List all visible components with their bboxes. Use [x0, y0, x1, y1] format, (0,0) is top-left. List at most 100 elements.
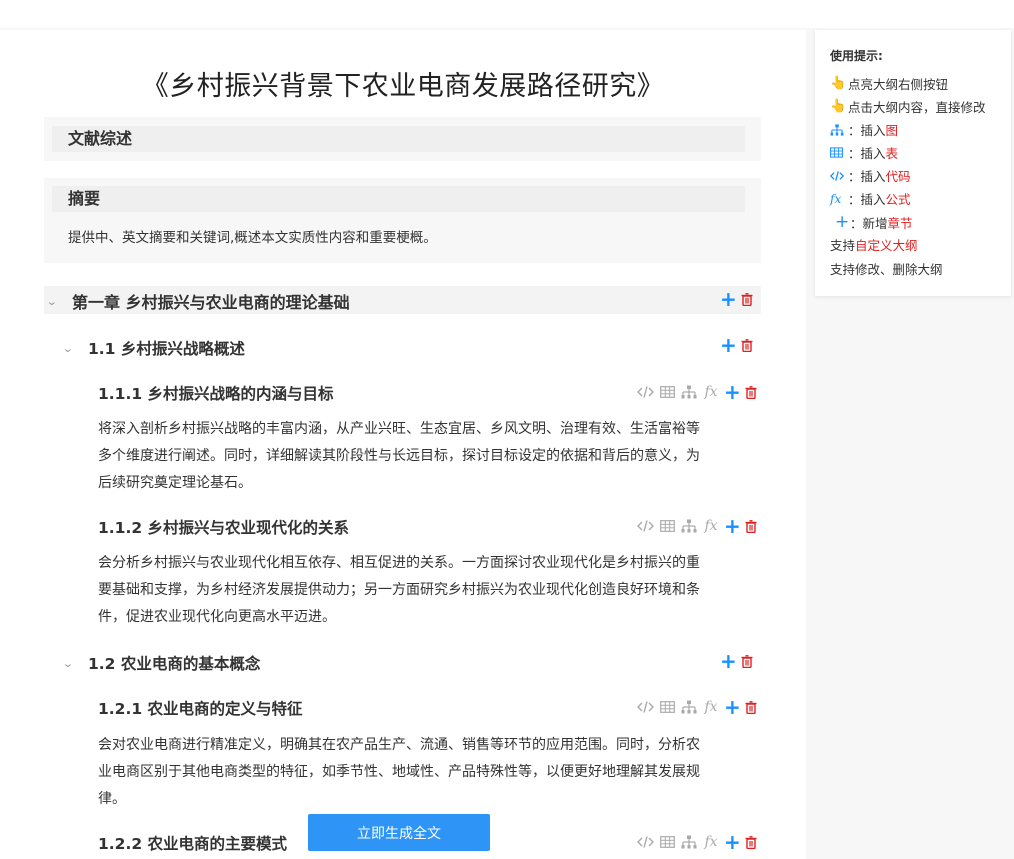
section-1-1-2-actions: 𝑓𝑥 +: [636, 516, 758, 536]
tip-highlight: 公式: [885, 192, 911, 207]
tip-item: 👆 点击大纲内容，直接修改: [830, 97, 986, 116]
content-line: 要基础和支撑，为乡村经济发展提供动力；另一方面研究乡村振兴为农业现代化创造良好环…: [98, 582, 700, 598]
plus-icon[interactable]: +: [720, 651, 737, 671]
org-chart-icon: [830, 123, 848, 136]
trash-icon[interactable]: [740, 337, 754, 353]
tip-item: ：插入图: [830, 120, 898, 139]
formula-icon: 𝑓𝑥: [830, 191, 842, 206]
formula-icon[interactable]: 𝑓𝑥: [702, 833, 720, 851]
formula-icon[interactable]: 𝑓𝑥: [702, 383, 720, 401]
tip-text: ：插入: [848, 169, 886, 184]
plus-icon[interactable]: +: [724, 697, 741, 717]
chevron-down-icon[interactable]: ⌄: [46, 295, 64, 308]
top-bar: [0, 0, 1014, 28]
org-chart-icon[interactable]: [680, 698, 698, 716]
tip-text: 支持修改、删除大纲: [830, 262, 943, 277]
section-1-1-2-row[interactable]: 1.1.2 乡村振兴与农业现代化的关系: [98, 516, 349, 538]
section-1-1-2-content[interactable]: 会分析乡村振兴与农业现代化相互依存、相互促进的关系。一方面探讨农业现代化是乡村振…: [98, 550, 748, 631]
section-1-1-1-content[interactable]: 将深入剖析乡村振兴战略的丰富内涵，从产业兴旺、生态宜居、乡风文明、治理有效、生活…: [98, 416, 748, 497]
plus-icon[interactable]: +: [724, 516, 741, 536]
formula-icon[interactable]: 𝑓𝑥: [702, 698, 720, 716]
table-icon[interactable]: [658, 383, 676, 401]
tips-title: 使用提示:: [830, 49, 883, 63]
content-line: 业电商区别于其他电商类型的特征，如季节性、地域性、产品特殊性等，以便更好地理解其…: [98, 764, 700, 780]
org-chart-icon[interactable]: [680, 517, 698, 535]
org-chart-icon[interactable]: [680, 833, 698, 851]
chevron-down-icon[interactable]: ⌄: [62, 342, 80, 355]
tip-text: ：插入: [848, 123, 886, 138]
section-1-2-2-title[interactable]: 1.2.2 农业电商的主要模式: [98, 832, 287, 854]
section-1-2-1-row[interactable]: 1.2.1 农业电商的定义与特征: [98, 697, 303, 719]
section-1-2-1-content[interactable]: 会对农业电商进行精准定义，明确其在农产品生产、流通、销售等环节的应用范围。同时，…: [98, 732, 748, 813]
code-icon[interactable]: [636, 517, 654, 535]
org-chart-icon[interactable]: [680, 383, 698, 401]
tip-text: 支持: [830, 238, 856, 253]
chapter-1-title[interactable]: 第一章 乡村振兴与农业电商的理论基础: [72, 289, 350, 313]
code-icon[interactable]: [636, 698, 654, 716]
content-line: 件，促进农业现代化向更高水平迈进。: [98, 609, 336, 625]
trash-icon[interactable]: [740, 291, 754, 307]
tip-highlight: 章节: [887, 215, 913, 231]
chevron-down-icon[interactable]: ⌄: [62, 657, 80, 670]
table-icon[interactable]: [658, 698, 676, 716]
plus-icon[interactable]: +: [724, 382, 741, 402]
abstract-heading[interactable]: 摘要: [52, 186, 745, 212]
section-1-2-1-actions: 𝑓𝑥 +: [636, 697, 758, 717]
usage-tips-panel: 使用提示: 👆 点亮大纲右侧按钮 👆 点击大纲内容，直接修改 ：插入图 ：插入表…: [815, 30, 1011, 296]
section-1-2-1-title[interactable]: 1.2.1 农业电商的定义与特征: [98, 697, 303, 719]
formula-icon[interactable]: 𝑓𝑥: [702, 517, 720, 535]
content-line: 将深入剖析乡村振兴战略的丰富内涵，从产业兴旺、生态宜居、乡风文明、治理有效、生活…: [98, 421, 700, 437]
code-icon[interactable]: [636, 383, 654, 401]
section-1-1-actions: +: [720, 335, 754, 355]
section-1-2-actions: +: [720, 651, 754, 671]
abstract-section[interactable]: 摘要 提供中、英文摘要和关键词,概述本文实质性内容和重要梗概。: [44, 178, 761, 263]
trash-icon[interactable]: [744, 518, 758, 534]
pointing-hand-icon: 👆: [830, 99, 847, 114]
tip-item: ：插入表: [830, 143, 898, 162]
table-icon[interactable]: [658, 833, 676, 851]
pointing-hand-icon: 👆: [830, 76, 847, 91]
tip-item: ：插入 代码: [830, 166, 911, 185]
table-icon: [830, 147, 848, 158]
tip-item: 支持 自定义大纲: [830, 235, 918, 254]
tip-text: ：新增: [850, 215, 888, 231]
literature-review-heading[interactable]: 文献综述: [52, 126, 745, 152]
tip-highlight: 图: [885, 123, 899, 138]
trash-icon[interactable]: [740, 653, 754, 669]
content-line: 后续研究奠定理论基石。: [98, 475, 252, 491]
tip-text: 点击大纲内容，直接修改: [848, 100, 986, 115]
code-icon: [830, 170, 848, 181]
trash-icon[interactable]: [744, 384, 758, 400]
section-1-1-title[interactable]: 1.1 乡村振兴战略概述: [88, 337, 245, 359]
code-icon[interactable]: [636, 833, 654, 851]
chapter-1-actions: +: [720, 289, 754, 309]
content-line: 会对农业电商进行精准定义，明确其在农产品生产、流通、销售等环节的应用范围。同时，…: [98, 737, 700, 753]
trash-icon[interactable]: [744, 699, 758, 715]
tip-text: ：插入: [848, 146, 886, 161]
tip-item: 支持修改、删除大纲: [830, 259, 943, 278]
literature-review-section[interactable]: 文献综述: [44, 117, 761, 161]
tip-highlight: 代码: [885, 169, 911, 184]
generate-full-text-button[interactable]: 立即生成全文: [308, 814, 490, 851]
section-1-1-1-row[interactable]: 1.1.1 乡村振兴战略的内涵与目标: [98, 382, 334, 404]
tip-text: 点亮大纲右侧按钮: [848, 77, 949, 92]
section-1-1-1-title[interactable]: 1.1.1 乡村振兴战略的内涵与目标: [98, 382, 334, 404]
plus-icon[interactable]: +: [720, 335, 737, 355]
plus-icon: +: [835, 212, 850, 232]
tip-item: 𝑓𝑥 ：插入 公式: [830, 189, 911, 208]
section-1-1-2-title[interactable]: 1.1.2 乡村振兴与农业现代化的关系: [98, 516, 349, 538]
section-1-2-row[interactable]: ⌄ 1.2 农业电商的基本概念: [62, 652, 260, 674]
plus-icon[interactable]: +: [720, 289, 737, 309]
trash-icon[interactable]: [744, 834, 758, 850]
section-1-1-1-actions: 𝑓𝑥 +: [636, 382, 758, 402]
chapter-1-row[interactable]: ⌄ 第一章 乡村振兴与农业电商的理论基础: [46, 289, 350, 313]
table-icon[interactable]: [658, 517, 676, 535]
plus-icon[interactable]: +: [724, 832, 741, 852]
section-1-2-title[interactable]: 1.2 农业电商的基本概念: [88, 652, 260, 674]
content-line: 多个维度进行阐述。同时，详细解读其阶段性与长远目标，探讨目标设定的依据和背后的意…: [98, 448, 700, 464]
section-1-2-2-actions: 𝑓𝑥 +: [636, 832, 758, 852]
section-1-1-row[interactable]: ⌄ 1.1 乡村振兴战略概述: [62, 337, 245, 359]
document-title[interactable]: 《乡村振兴背景下农业电商发展路径研究》: [0, 64, 806, 103]
content-line: 会分析乡村振兴与农业现代化相互依存、相互促进的关系。一方面探讨农业现代化是乡村振…: [98, 555, 700, 571]
section-1-2-2-row[interactable]: 1.2.2 农业电商的主要模式: [98, 832, 287, 854]
